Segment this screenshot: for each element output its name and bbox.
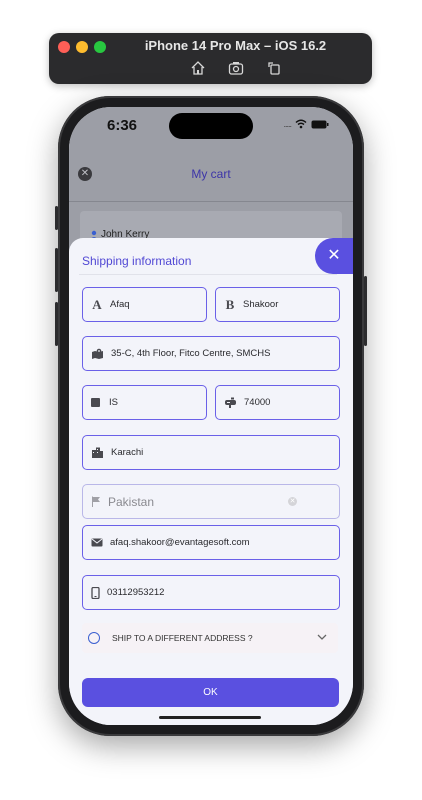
rotate-icon[interactable]	[266, 60, 282, 76]
silent-switch	[55, 206, 58, 230]
font-a-icon: A	[92, 296, 102, 312]
email-value: afaq.shakoor@evantagesoft.com	[110, 537, 250, 548]
close-modal-button[interactable]: ✕	[315, 238, 353, 274]
address-field[interactable]: 35-C, 4th Floor, Fitco Centre, SMCHS	[82, 336, 340, 371]
city-field[interactable]: Karachi	[82, 435, 340, 470]
phone-value: 03112953212	[107, 587, 165, 598]
clear-icon[interactable]: ✕	[288, 497, 297, 506]
simulator-title-bar: iPhone 14 Pro Max – iOS 16.2	[49, 33, 372, 84]
power-button	[364, 276, 367, 346]
status-bar: 6:36 .....	[69, 107, 353, 151]
ship-different-radio[interactable]	[88, 632, 100, 644]
modal-divider	[79, 274, 337, 275]
home-icon[interactable]	[190, 60, 206, 76]
country-value: Pakistan	[108, 494, 155, 509]
battery-icon	[311, 120, 329, 128]
font-b-icon: B	[225, 296, 235, 312]
simulator-title: iPhone 14 Pro Max – iOS 16.2	[144, 38, 327, 53]
shipping-modal: Shipping information A Afaq B Shakoor 35…	[69, 238, 353, 725]
home-indicator	[159, 716, 261, 719]
screenshot-icon[interactable]	[228, 60, 244, 76]
phone-screen: 6:36 ..... ✕ My cart John Kerry Shipping…	[69, 107, 353, 725]
mailbox-icon	[225, 397, 236, 408]
signal-icon: .....	[283, 119, 291, 129]
volume-down-button	[55, 302, 58, 346]
last-name-value: Shakoor	[243, 299, 279, 310]
volume-up-button	[55, 248, 58, 292]
chevron-down-icon[interactable]	[316, 631, 328, 643]
mobile-phone-icon	[91, 586, 100, 599]
modal-title: Shipping information	[82, 254, 192, 268]
first-name-field[interactable]: A Afaq	[82, 287, 207, 322]
city-icon	[92, 447, 103, 458]
last-name-field[interactable]: B Shakoor	[215, 287, 340, 322]
wifi-icon	[295, 119, 307, 129]
cart-header: ✕ My cart	[69, 151, 353, 202]
map-location-icon	[92, 348, 103, 359]
ship-different-address-row[interactable]: SHIP TO A DIFFERENT ADDRESS ?	[82, 623, 338, 653]
dynamic-island	[169, 113, 253, 139]
envelope-icon	[91, 538, 103, 547]
cart-title: My cart	[191, 167, 231, 181]
state-value: IS	[109, 397, 118, 408]
phone-frame: 6:36 ..... ✕ My cart John Kerry Shipping…	[55, 96, 367, 736]
country-field[interactable]: Pakistan ✕	[82, 484, 340, 519]
email-field[interactable]: afaq.shakoor@evantagesoft.com	[82, 525, 340, 560]
city-value: Karachi	[111, 447, 144, 458]
address-value: 35-C, 4th Floor, Fitco Centre, SMCHS	[111, 348, 271, 359]
phone-field[interactable]: 03112953212	[82, 575, 340, 610]
ok-button[interactable]: OK	[82, 678, 339, 707]
square-icon	[91, 398, 100, 407]
first-name-value: Afaq	[110, 299, 130, 310]
close-icon: ✕	[327, 247, 341, 264]
flag-icon	[92, 496, 100, 507]
postcode-value: 74000	[244, 397, 271, 408]
status-time: 6:36	[107, 117, 138, 134]
ship-different-label: SHIP TO A DIFFERENT ADDRESS ?	[112, 633, 253, 643]
state-field[interactable]: IS	[82, 385, 207, 420]
postcode-field[interactable]: 74000	[215, 385, 340, 420]
